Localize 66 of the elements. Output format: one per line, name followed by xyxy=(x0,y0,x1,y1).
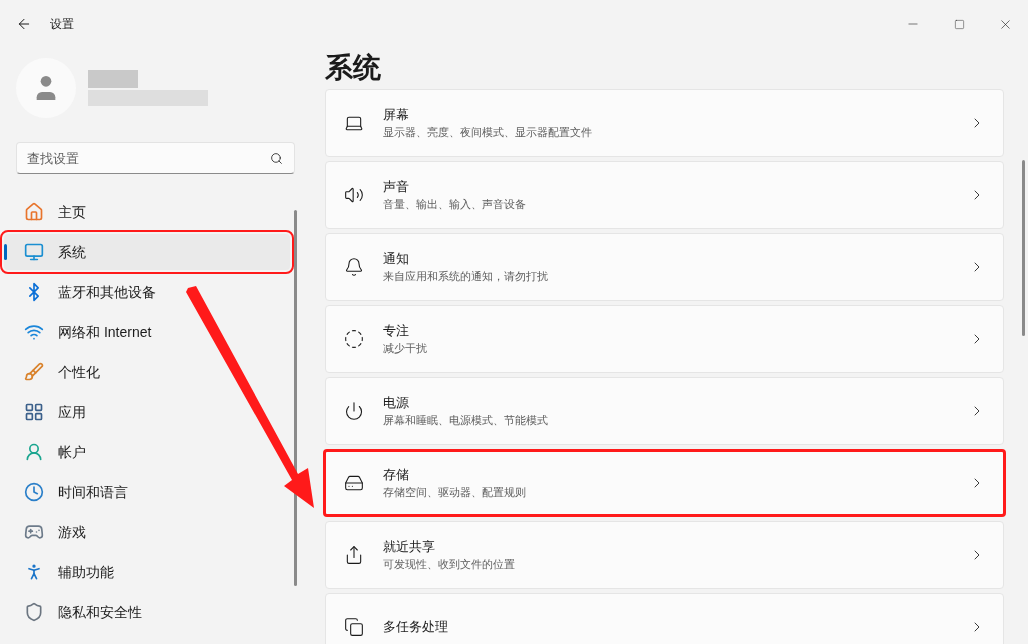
window-title: 设置 xyxy=(50,16,74,33)
nav-item[interactable]: 个性化 xyxy=(4,354,290,390)
nav-label: 时间和语言 xyxy=(58,482,128,502)
nav-label: 系统 xyxy=(58,242,86,262)
card-subtitle: 减少干扰 xyxy=(383,341,427,356)
shield-icon xyxy=(24,602,44,622)
card-subtitle: 可发现性、收到文件的位置 xyxy=(383,557,515,572)
page-title: 系统 xyxy=(325,51,382,85)
home-icon xyxy=(24,202,44,222)
nav-item[interactable]: 帐户 xyxy=(4,434,290,470)
gamepad-icon xyxy=(24,522,44,542)
focus-icon xyxy=(344,329,364,349)
share-icon xyxy=(344,545,364,565)
person-icon xyxy=(24,442,44,462)
card-subtitle: 存储空间、驱动器、配置规则 xyxy=(383,485,526,500)
clock-icon xyxy=(24,482,44,502)
power-icon xyxy=(344,401,364,421)
nav-item[interactable]: 蓝牙和其他设备 xyxy=(4,274,290,310)
nav-label: 游戏 xyxy=(58,522,86,542)
settings-card[interactable]: 声音 音量、输出、输入、声音设备 xyxy=(325,161,1004,229)
settings-card[interactable]: 就近共享 可发现性、收到文件的位置 xyxy=(325,521,1004,589)
nav-item[interactable]: 应用 xyxy=(4,394,290,430)
settings-card[interactable]: 专注 减少干扰 xyxy=(325,305,1004,373)
card-title: 存储 xyxy=(383,466,410,484)
nav-label: 网络和 Internet xyxy=(58,322,152,342)
settings-card[interactable]: 屏幕 显示器、亮度、夜间模式、显示器配置文件 xyxy=(325,89,1004,157)
nav-item[interactable]: 辅助功能 xyxy=(4,554,290,590)
card-title: 就近共享 xyxy=(383,538,436,556)
card-subtitle: 屏幕和睡眠、电源模式、节能模式 xyxy=(383,413,548,428)
settings-card[interactable]: 存储 存储空间、驱动器、配置规则 xyxy=(323,449,1006,517)
search-field[interactable]: 查找设置 xyxy=(16,142,295,174)
nav-item[interactable]: 时间和语言 xyxy=(4,474,290,510)
nav-label: 蓝牙和其他设备 xyxy=(58,282,156,302)
nav-item[interactable]: 网络和 Internet xyxy=(4,314,290,350)
monitor-icon xyxy=(24,242,44,262)
card-subtitle: 音量、输出、输入、声音设备 xyxy=(383,197,526,212)
brush-icon xyxy=(24,362,44,382)
search-icon[interactable] xyxy=(270,152,283,165)
nav-label: 隐私和安全性 xyxy=(58,602,142,622)
card-title: 声音 xyxy=(383,178,410,196)
card-subtitle: 来自应用和系统的通知，请勿打扰 xyxy=(383,269,548,284)
card-title: 专注 xyxy=(383,322,410,340)
card-title: 屏幕 xyxy=(383,106,410,124)
settings-card[interactable]: 通知 来自应用和系统的通知，请勿打扰 xyxy=(325,233,1004,301)
nav-label: 主页 xyxy=(58,202,86,222)
wifi-icon xyxy=(24,322,44,342)
nav-label: 应用 xyxy=(58,402,86,422)
card-subtitle: 显示器、亮度、夜间模式、显示器配置文件 xyxy=(383,125,592,140)
nav-item[interactable]: 隐私和安全性 xyxy=(4,594,290,630)
card-title: 多任务处理 xyxy=(383,618,448,636)
nav-label: 帐户 xyxy=(58,442,86,462)
card-title: 通知 xyxy=(383,250,410,268)
maximize-icon xyxy=(953,18,965,30)
multitask-icon xyxy=(344,617,364,637)
settings-card[interactable]: 多任务处理 xyxy=(325,593,1004,644)
card-title: 电源 xyxy=(383,394,410,412)
drive-icon xyxy=(344,473,364,493)
apps-grid-icon xyxy=(24,402,44,422)
nav-label: 辅助功能 xyxy=(58,562,114,582)
speaker-icon xyxy=(344,185,364,205)
nav-item[interactable]: 主页 xyxy=(4,194,290,230)
nav-label: 个性化 xyxy=(58,362,100,382)
bell-icon xyxy=(344,257,364,277)
settings-card[interactable]: 电源 屏幕和睡眠、电源模式、节能模式 xyxy=(325,377,1004,445)
selection-indicator xyxy=(4,244,7,260)
nav-item[interactable]: 游戏 xyxy=(4,514,290,550)
